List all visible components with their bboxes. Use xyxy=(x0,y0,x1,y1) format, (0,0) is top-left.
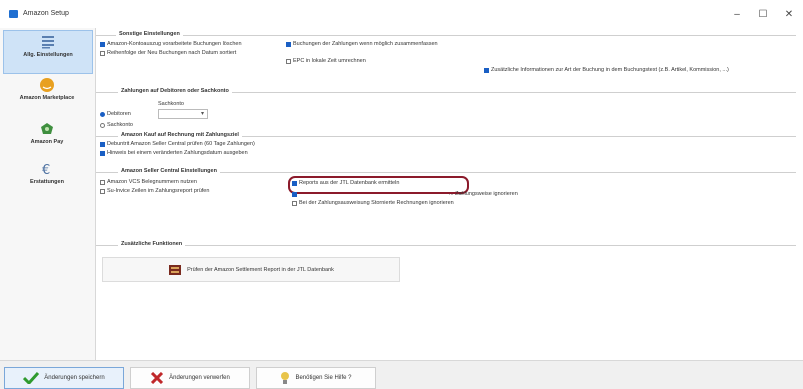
checkbox-box[interactable] xyxy=(100,141,105,147)
checkbox-box[interactable] xyxy=(292,191,297,197)
checkbox-zusaetzliche-informationen[interactable]: Zusätzliche Informationen zur Art der Bu… xyxy=(484,67,729,73)
x-icon xyxy=(151,372,164,384)
group-title: Zahlungen auf Debitoren oder Sachkonto xyxy=(118,88,232,94)
sachkonto-select[interactable]: ▾ xyxy=(158,109,208,119)
window-title: Amazon Setup xyxy=(23,10,69,17)
app-icon xyxy=(9,10,18,18)
checkbox-reports-jtl-datenbank[interactable]: Reports aus der JTL Datenbank ermitteln xyxy=(292,180,399,186)
amazon-icon xyxy=(40,78,54,92)
sidebar-item-erstattungen[interactable]: € Erstattungen xyxy=(3,158,91,200)
sidebar-item-amazon-marketplace[interactable]: Amazon Marketplace xyxy=(3,74,91,116)
maximize-button[interactable]: ☐ xyxy=(751,6,775,24)
checkbox-box[interactable] xyxy=(100,188,105,194)
euro-icon: € xyxy=(42,163,50,177)
radio-debitoren[interactable]: Debitoren xyxy=(100,111,131,117)
checkbox-kontoauszug-loeschen[interactable]: Amazon-Kontoauszug vorarbeitete Buchunge… xyxy=(100,41,242,47)
checkbox-box[interactable] xyxy=(100,150,105,156)
title-bar: Amazon Setup – ☐ ✕ xyxy=(0,0,803,28)
checkbox-box[interactable] xyxy=(484,67,489,73)
main-panel: Sonstige Einstellungen Amazon-Kontoauszu… xyxy=(96,28,803,360)
radio-sachkonto[interactable]: Sachkonto xyxy=(100,122,133,128)
checkbox-box[interactable] xyxy=(292,180,297,186)
checkbox-box[interactable] xyxy=(100,41,105,47)
radio-dot[interactable] xyxy=(100,122,105,128)
sidebar-item-allg-einstellungen[interactable]: Allg. Einstellungen xyxy=(3,30,93,74)
chevron-down-icon: ▾ xyxy=(200,111,204,117)
checkbox-hinweis-zahlungsdatum[interactable]: Hinweis bei einem veränderten Zahlungsda… xyxy=(100,150,248,156)
checkbox-box[interactable] xyxy=(286,58,291,64)
checkbox-stornierte-rechnungen-ignorieren[interactable]: Bei der Zahlungsausweisung Stornierte Re… xyxy=(292,200,454,206)
save-button[interactable]: Änderungen speichern xyxy=(4,367,124,389)
checkbox-box[interactable] xyxy=(286,41,291,47)
bottom-bar: Änderungen speichern Änderungen verwerfe… xyxy=(0,360,803,389)
sidebar-item-label: Amazon Pay xyxy=(30,139,64,145)
checkbox-box[interactable] xyxy=(100,50,105,56)
group-zahlungen: Zahlungen auf Debitoren oder Sachkonto xyxy=(96,88,796,94)
discard-button[interactable]: Änderungen verwerfen xyxy=(130,367,250,389)
svg-text:€: € xyxy=(42,163,50,177)
help-button[interactable]: Benötigen Sie Hilfe ? xyxy=(256,367,376,389)
checkbox-epc-lokale-zeit[interactable]: EPC in lokale Zeit umrechnen xyxy=(286,58,366,64)
minimize-button[interactable]: – xyxy=(725,6,749,24)
checkbox-zusammenfassen[interactable]: Buchungen der Zahlungen wenn möglich zus… xyxy=(286,41,438,47)
group-zusaetzliche-funktionen: Zusätzliche Funktionen xyxy=(96,241,796,247)
checkbox-box[interactable] xyxy=(292,200,297,206)
radio-dot[interactable] xyxy=(100,111,105,117)
group-title: Amazon Kauf auf Rechnung mit Zahlungszie… xyxy=(118,132,242,138)
checkbox-vcs-belegnummern[interactable]: Amazon VCS Belegnummern nutzen xyxy=(100,179,197,185)
close-button[interactable]: ✕ xyxy=(777,6,801,24)
amazon-pay-icon xyxy=(41,123,53,134)
report-icon xyxy=(169,264,182,275)
group-title: Sonstige Einstellungen xyxy=(116,31,183,37)
checkbox-zahlungsweise-ignorieren[interactable]: ... Zahlungsweise ignorieren xyxy=(292,191,518,197)
group-title: Zusätzliche Funktionen xyxy=(118,241,186,247)
settlement-report-button[interactable]: Prüfen der Amazon Settlement Report in d… xyxy=(102,257,400,282)
checkbox-reihenfolge[interactable]: Reihenfolge der Neu Buchungen nach Datum… xyxy=(100,50,236,56)
sidebar-item-label: Erstattungen xyxy=(30,179,64,185)
checkbox-box[interactable] xyxy=(100,179,105,185)
checkbox-seller-central-pruefen[interactable]: Debuntrit Amazon Seller Central prüfen (… xyxy=(100,141,255,147)
group-kauf-auf-rechnung: Amazon Kauf auf Rechnung mit Zahlungszie… xyxy=(96,132,796,138)
checkbox-su-invoice-pruefen[interactable]: Su-Invice Zeilen im Zahlungsreport prüfe… xyxy=(100,188,209,194)
checkmark-icon xyxy=(23,372,40,384)
sidebar-item-label: Allg. Einstellungen xyxy=(23,52,73,58)
group-seller-central: Amazon Seller Central Einstellungen xyxy=(96,168,796,174)
group-title: Amazon Seller Central Einstellungen xyxy=(118,168,220,174)
lightbulb-icon xyxy=(281,372,290,384)
sidebar: Allg. Einstellungen Amazon Marketplace A… xyxy=(0,28,96,360)
list-icon xyxy=(42,36,54,49)
sachkonto-label: Sachkonto xyxy=(158,101,184,107)
group-sonstige: Sonstige Einstellungen xyxy=(96,31,796,37)
sidebar-item-amazon-pay[interactable]: Amazon Pay xyxy=(3,118,91,160)
sidebar-item-label: Amazon Marketplace xyxy=(19,95,75,101)
